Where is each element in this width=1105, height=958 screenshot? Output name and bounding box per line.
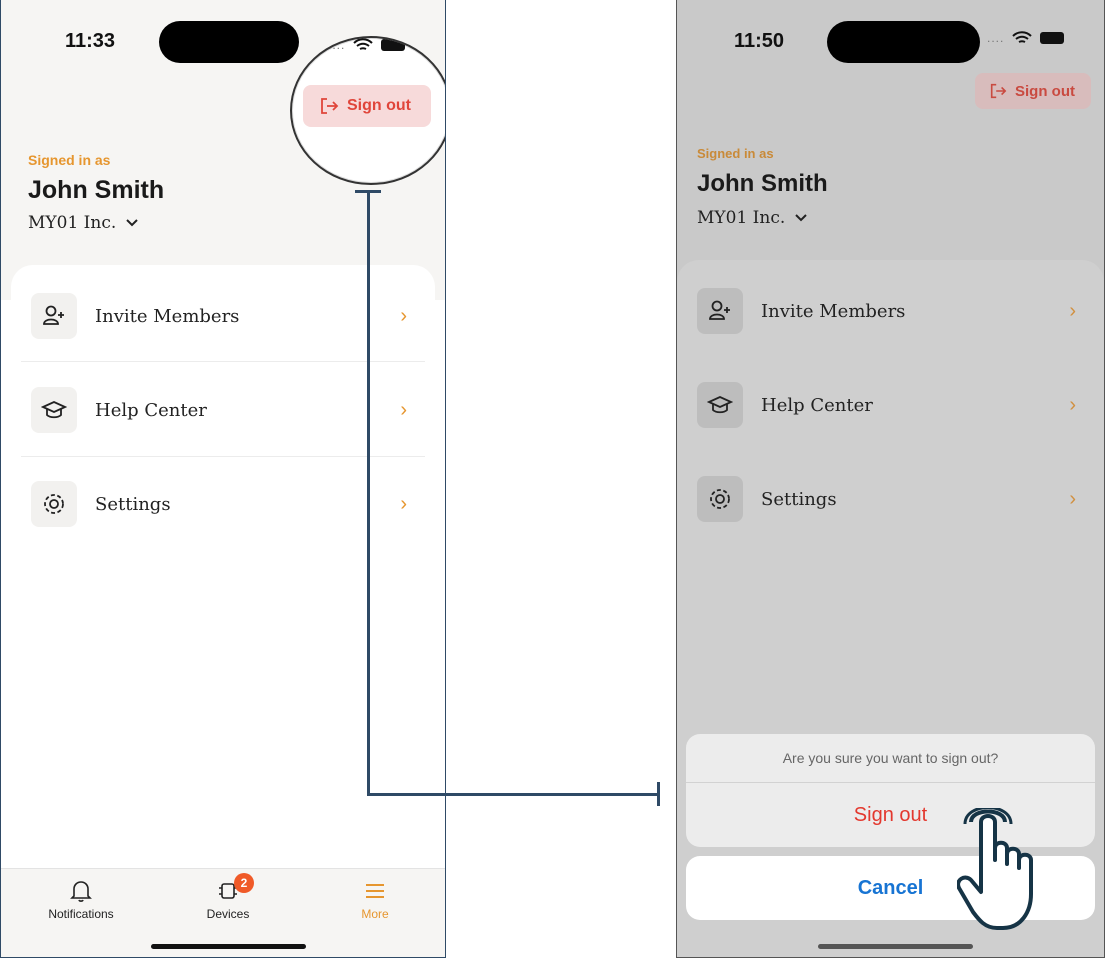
org-selector[interactable]: MY01 Inc. xyxy=(697,208,807,228)
menu-item-label: Invite Members xyxy=(95,305,240,327)
chevron-right-icon: › xyxy=(1069,393,1076,416)
battery-icon xyxy=(1040,32,1065,44)
tap-hand-icon xyxy=(957,808,1033,930)
dynamic-island xyxy=(159,21,299,63)
user-name: John Smith xyxy=(28,176,165,204)
wifi-icon xyxy=(353,38,374,50)
add-person-icon xyxy=(31,293,77,339)
sign-out-confirm-message: Are you sure you want to sign out? xyxy=(686,734,1095,783)
sign-out-button[interactable]: Sign out xyxy=(975,73,1091,109)
org-selector[interactable]: MY01 Inc. xyxy=(28,213,138,233)
chevron-right-icon: › xyxy=(1069,487,1076,510)
home-indicator xyxy=(818,944,973,949)
status-time: 11:50 xyxy=(734,30,785,52)
home-indicator xyxy=(151,944,306,949)
menu-item-help-center[interactable]: Help Center › xyxy=(11,363,435,457)
tab-devices[interactable]: Devices 2 xyxy=(178,873,278,921)
org-name: MY01 Inc. xyxy=(697,208,786,228)
menu-item-label: Settings xyxy=(761,488,837,510)
menu-item-label: Help Center xyxy=(95,399,207,421)
menu-item-label: Settings xyxy=(95,493,171,515)
battery-icon xyxy=(381,39,406,51)
tab-label: Devices xyxy=(206,907,250,921)
logout-icon xyxy=(321,98,339,114)
menu-item-label: Invite Members xyxy=(761,300,906,322)
devices-badge: 2 xyxy=(234,873,254,893)
status-icons: .... xyxy=(328,38,406,52)
status-icons: .... xyxy=(987,31,1065,45)
connector-vertical xyxy=(367,190,370,796)
sign-out-label: Sign out xyxy=(347,97,411,114)
chevron-down-icon xyxy=(126,219,138,227)
zoom-callout: .... Sign out xyxy=(290,36,445,185)
status-time: 11:33 xyxy=(65,30,116,52)
divider xyxy=(21,361,425,362)
menu-item-settings[interactable]: Settings › xyxy=(11,457,435,551)
connector-end-cap xyxy=(657,782,660,806)
chevron-right-icon: › xyxy=(400,304,407,327)
menu-item-help-center[interactable]: Help Center › xyxy=(677,358,1104,452)
menu-icon xyxy=(366,884,384,898)
signed-in-label: Signed in as xyxy=(697,146,774,161)
sign-out-label: Sign out xyxy=(1015,82,1075,100)
wifi-icon xyxy=(1012,31,1033,43)
left-phone-screen: 11:33 Signed in as John Smith MY01 Inc. … xyxy=(0,0,446,958)
menu-item-invite-members[interactable]: Invite Members › xyxy=(11,269,435,363)
chevron-right-icon: › xyxy=(400,398,407,421)
right-phone-screen: 11:50 .... Sign out Signed in as John Sm… xyxy=(676,0,1105,958)
logout-icon xyxy=(990,83,1007,99)
dynamic-island xyxy=(827,21,980,63)
tab-notifications[interactable]: Notifications xyxy=(31,879,131,921)
user-name: John Smith xyxy=(697,170,828,197)
tab-more[interactable]: More xyxy=(325,879,425,921)
sign-out-button[interactable]: Sign out xyxy=(303,85,431,127)
chevron-right-icon: › xyxy=(1069,299,1076,322)
connector-horizontal xyxy=(367,793,659,796)
menu-item-invite-members[interactable]: Invite Members › xyxy=(677,264,1104,358)
chevron-right-icon: › xyxy=(400,492,407,515)
tab-label: More xyxy=(361,907,389,921)
graduation-cap-icon xyxy=(697,382,743,428)
tab-label: Notifications xyxy=(48,907,114,921)
org-name: MY01 Inc. xyxy=(28,213,117,233)
chevron-down-icon xyxy=(795,214,807,222)
gear-icon xyxy=(31,481,77,527)
bell-icon xyxy=(70,881,92,902)
menu-item-settings[interactable]: Settings › xyxy=(677,452,1104,546)
gear-icon xyxy=(697,476,743,522)
menu-item-label: Help Center xyxy=(761,394,873,416)
add-person-icon xyxy=(697,288,743,334)
signed-in-label: Signed in as xyxy=(28,152,111,168)
menu-panel: Invite Members › Help Center › Settings … xyxy=(11,265,435,885)
graduation-cap-icon xyxy=(31,387,77,433)
